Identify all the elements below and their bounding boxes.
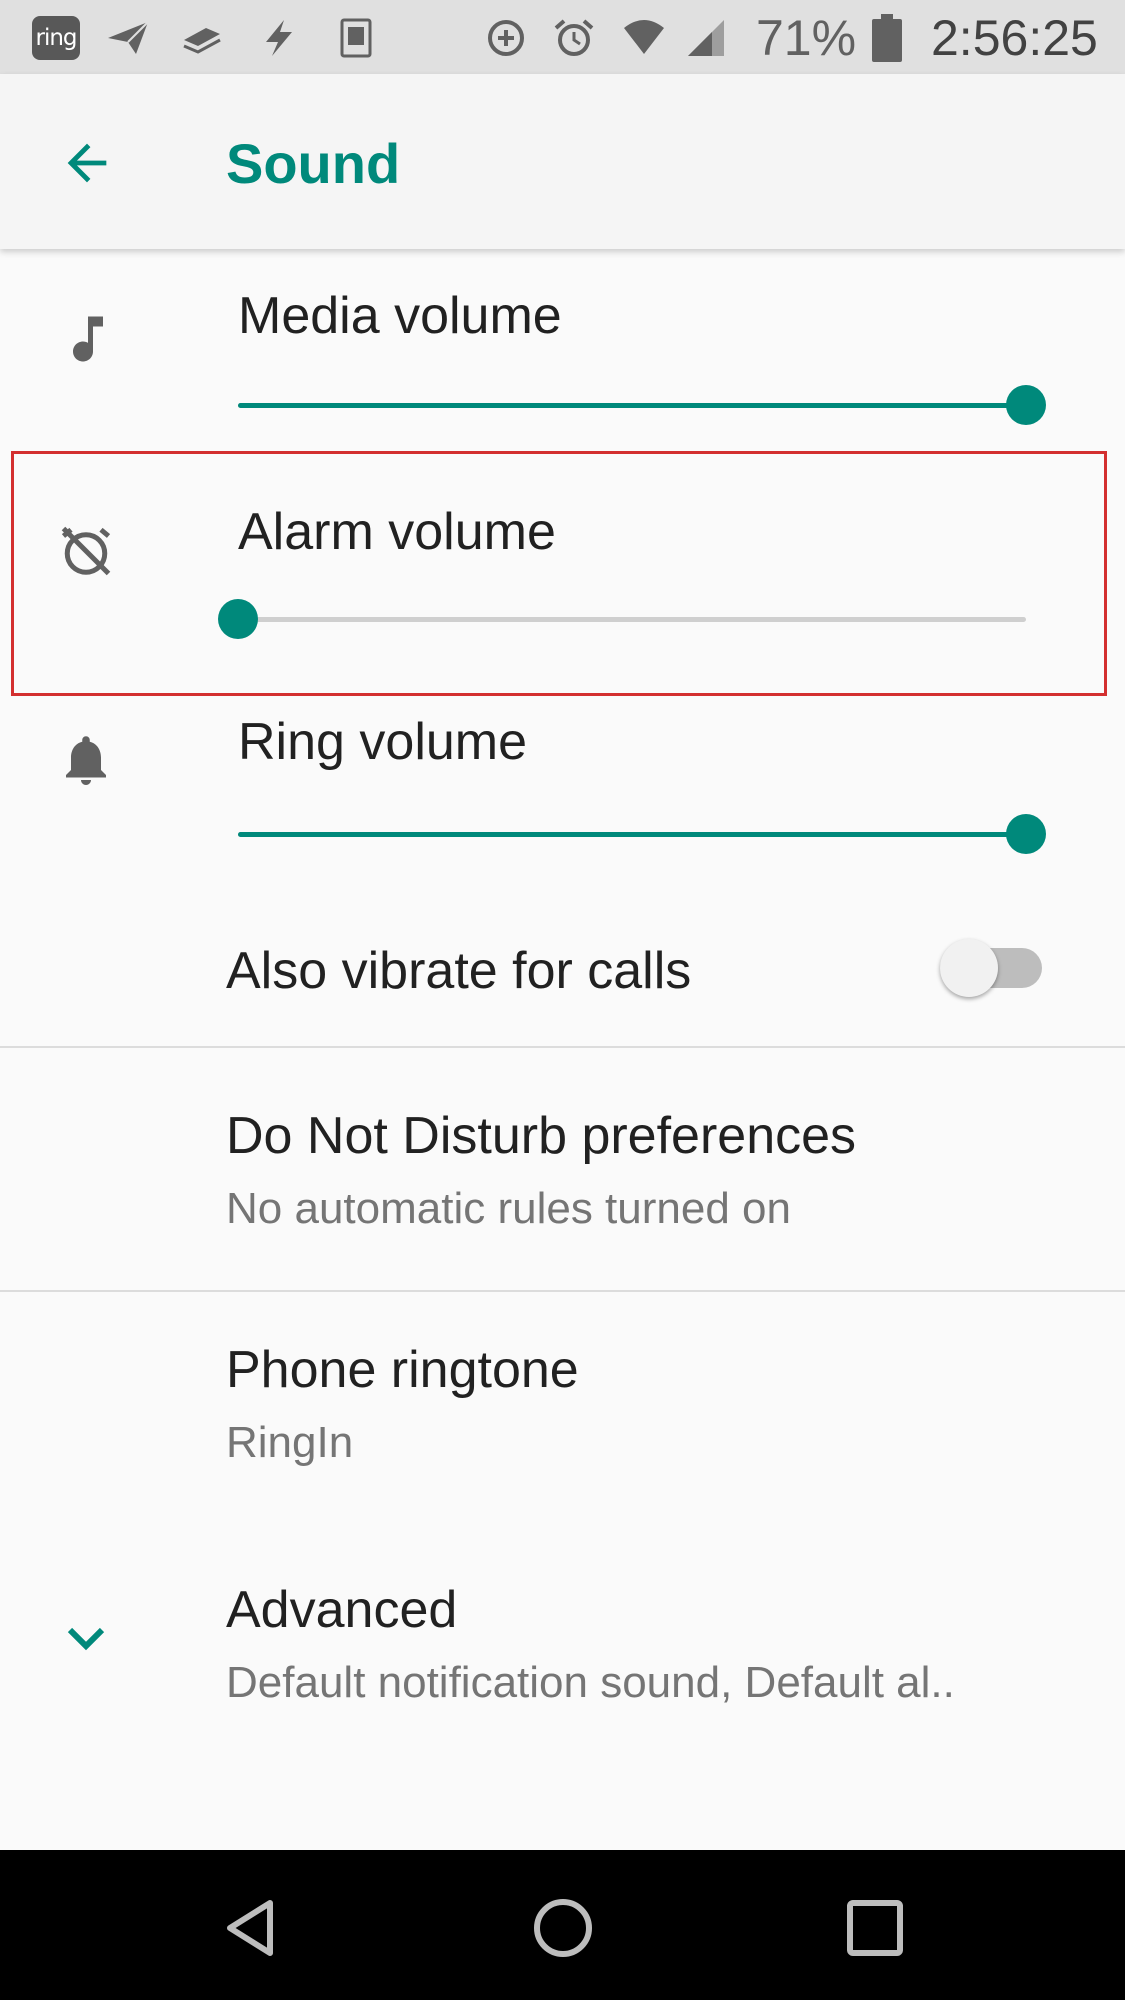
navigation-bar [0,1850,1125,2000]
ring-volume-thumb[interactable] [1006,814,1046,854]
media-volume-thumb[interactable] [1006,385,1046,425]
dnd-title: Do Not Disturb preferences [226,1107,857,1165]
ringtone-summary: RingIn [226,1418,354,1467]
alarm-icon [554,19,594,56]
highlight-box [11,451,1107,696]
advanced-summary: Default notification sound, Default al.. [226,1658,955,1707]
ring-volume-fill [238,832,1026,837]
wifi-icon [624,20,664,54]
ring-volume-row: Ring volume [0,696,1125,886]
advanced-preference[interactable] [0,1540,1125,1760]
status-bar: ring 71% 2:56:25 [0,0,1125,74]
media-volume-slider[interactable] [238,403,1026,408]
status-clock: 2:56:25 [931,10,1098,66]
app-toolbar: Sound [0,74,1125,249]
media-volume-row: Media volume [0,249,1125,451]
recents-square-icon[interactable] [842,1895,908,1961]
battery-percentage: 71% [756,10,857,66]
back-triangle-icon[interactable] [218,1895,284,1961]
flash-icon [266,20,292,56]
data-saver-icon [488,20,524,56]
battery-icon [872,14,902,62]
media-volume-label: Media volume [238,287,562,345]
media-volume-fill [238,403,1026,408]
ring-volume-slider[interactable] [238,832,1026,837]
dnd-summary: No automatic rules turned on [226,1184,791,1233]
music-note-icon [73,316,103,362]
chevron-down-icon [67,1627,105,1651]
vibrate-label: Also vibrate for calls [226,942,692,1000]
page-title: Sound [226,132,401,195]
ringtone-preference[interactable] [0,1292,1125,1522]
advanced-title: Advanced [226,1581,458,1639]
layers-icon [183,28,221,54]
signal-icon [688,20,724,56]
ring-app-icon: ring [32,16,80,60]
ring-volume-label: Ring volume [238,713,528,771]
kindle-icon [340,18,372,58]
vibrate-toggle-knob[interactable] [940,939,998,997]
bell-icon [66,736,106,785]
home-circle-icon[interactable] [530,1895,596,1961]
dnd-preference[interactable] [0,1048,1125,1290]
arrow-back-icon[interactable] [58,134,116,192]
ringtone-title: Phone ringtone [226,1341,579,1399]
send-icon [108,21,149,54]
